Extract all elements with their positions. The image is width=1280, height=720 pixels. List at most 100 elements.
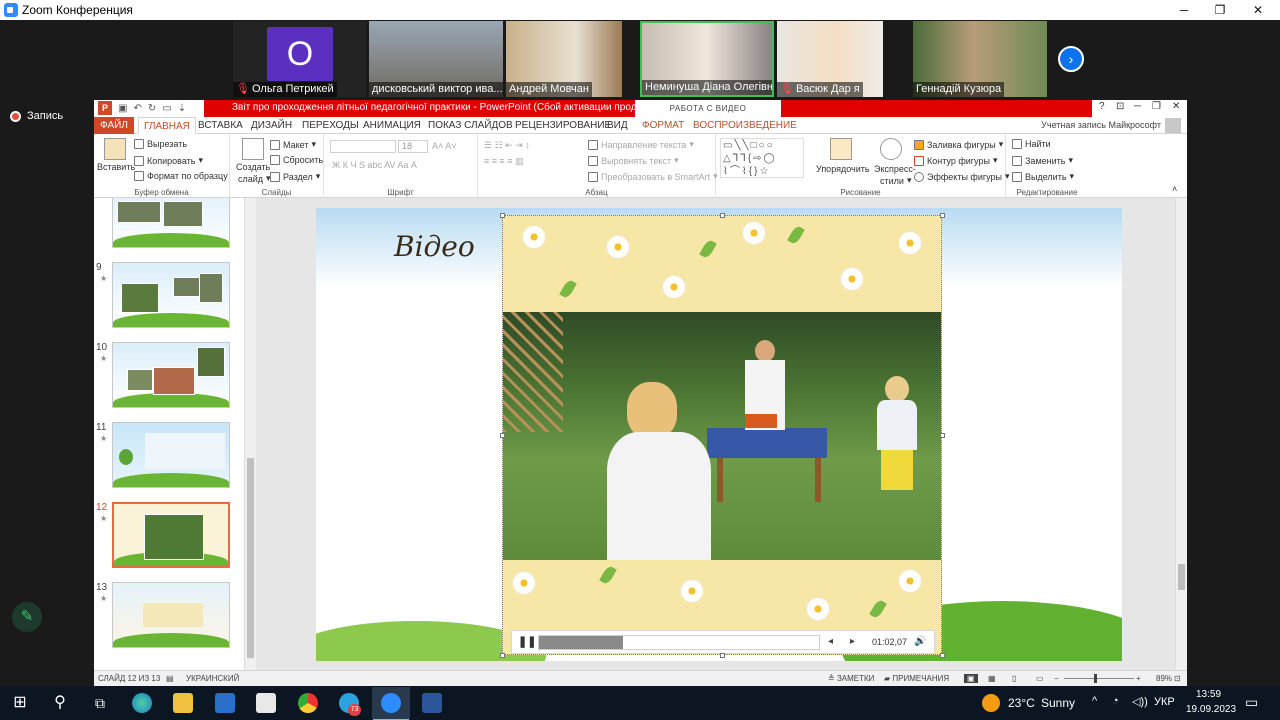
thumbnail-scrollbar[interactable] bbox=[244, 198, 256, 670]
search-icon[interactable]: ⚲ bbox=[50, 693, 70, 713]
video-progress-bar[interactable] bbox=[538, 635, 820, 650]
minimize-icon[interactable]: ─ bbox=[1166, 0, 1202, 20]
minimize-icon[interactable]: ─ bbox=[1134, 101, 1141, 112]
copy-button[interactable]: Копировать ▾ bbox=[134, 155, 203, 166]
tab-view[interactable]: ВИД bbox=[602, 117, 633, 134]
resize-handle[interactable] bbox=[720, 213, 725, 218]
collapse-ribbon-icon[interactable]: ˄ bbox=[1172, 184, 1177, 194]
weather-sun-icon[interactable] bbox=[982, 694, 1000, 712]
clock-date[interactable]: 19.09.2023 bbox=[1186, 704, 1236, 715]
resize-handle[interactable] bbox=[500, 213, 505, 218]
section-button[interactable]: Раздел ▾ bbox=[270, 171, 320, 182]
file-explorer-icon[interactable] bbox=[173, 693, 193, 713]
arrange-icon[interactable] bbox=[830, 138, 852, 160]
recording-indicator[interactable]: Запись bbox=[10, 110, 63, 122]
slide-thumbnail[interactable] bbox=[112, 262, 230, 328]
participant-tile[interactable]: Геннадій Кузюра bbox=[913, 21, 1047, 97]
quick-styles-button-line2[interactable]: стили ▾ bbox=[880, 175, 911, 186]
slide-title[interactable]: Відео bbox=[394, 230, 475, 263]
account-label[interactable]: Учетная запись Майкрософт bbox=[1041, 120, 1161, 130]
layout-button[interactable]: Макет ▾ bbox=[270, 139, 316, 150]
slide-thumbnail-selected[interactable] bbox=[112, 502, 230, 568]
help-icon[interactable]: ? bbox=[1099, 101, 1105, 112]
tab-transitions[interactable]: ПЕРЕХОДЫ bbox=[297, 117, 364, 134]
undo-icon[interactable]: ↶ bbox=[133, 103, 141, 114]
align-buttons[interactable]: ≡ ≡ ≡ ≡ ▥ bbox=[484, 156, 524, 167]
replace-button[interactable]: Заменить ▾ bbox=[1012, 155, 1073, 166]
slide-thumbnail[interactable] bbox=[112, 422, 230, 488]
word-icon[interactable] bbox=[422, 693, 442, 713]
font-format-buttons[interactable]: Ж К Ч S abc AV Aa А bbox=[332, 160, 417, 170]
new-slide-icon[interactable] bbox=[242, 138, 264, 160]
save-icon[interactable]: ▣ bbox=[118, 103, 127, 114]
keyboard-language[interactable]: УКР bbox=[1154, 696, 1175, 708]
account-avatar[interactable] bbox=[1165, 118, 1181, 133]
font-family-input[interactable] bbox=[330, 140, 396, 153]
chrome-icon[interactable] bbox=[298, 693, 318, 713]
resize-handle[interactable] bbox=[720, 653, 725, 658]
restore-icon[interactable]: ❐ bbox=[1152, 101, 1161, 112]
clock-time[interactable]: 13:59 bbox=[1196, 689, 1221, 700]
tab-review[interactable]: РЕЦЕНЗИРОВАНИЕ bbox=[510, 117, 616, 134]
font-grow-shrink-icon[interactable]: A˄ A˅ bbox=[432, 141, 457, 151]
find-button[interactable]: Найти bbox=[1012, 139, 1051, 149]
slide-thumbnail[interactable] bbox=[112, 198, 230, 248]
participant-tile[interactable]: O 🎙 Ольга Петрикей bbox=[233, 21, 366, 97]
participant-tile[interactable]: Андрей Мовчан bbox=[506, 21, 622, 97]
weather-temp[interactable]: 23°C bbox=[1008, 696, 1035, 710]
resize-handle[interactable] bbox=[940, 433, 945, 438]
next-page-button[interactable]: › bbox=[1058, 46, 1084, 72]
step-back-icon[interactable]: ◂ bbox=[828, 636, 833, 647]
show-hidden-icons[interactable]: ^ bbox=[1092, 695, 1097, 707]
zoom-in-icon[interactable]: + bbox=[1136, 674, 1141, 683]
reading-view-icon[interactable]: ▯ bbox=[1012, 674, 1016, 683]
quick-styles-icon[interactable] bbox=[880, 138, 902, 160]
notifications-icon[interactable]: ▭ bbox=[1245, 694, 1258, 711]
ribbon-display-icon[interactable]: ⊡ bbox=[1116, 101, 1124, 112]
resize-handle[interactable] bbox=[940, 653, 945, 658]
maximize-icon[interactable]: ❐ bbox=[1202, 0, 1238, 20]
close-icon[interactable]: ✕ bbox=[1172, 101, 1180, 112]
pause-icon[interactable]: ❚❚ bbox=[518, 636, 536, 648]
step-forward-icon[interactable]: ▸ bbox=[850, 636, 855, 647]
store-icon[interactable] bbox=[256, 693, 276, 713]
video-frame[interactable] bbox=[503, 312, 941, 560]
tab-insert[interactable]: ВСТАВКА bbox=[193, 117, 248, 134]
mail-icon[interactable] bbox=[215, 693, 235, 713]
slideshow-view-icon[interactable]: ▭ bbox=[1036, 674, 1044, 683]
reset-button[interactable]: Сбросить bbox=[270, 155, 323, 165]
new-slide-button[interactable]: Создать bbox=[236, 162, 270, 172]
weather-text[interactable]: Sunny bbox=[1041, 696, 1075, 710]
align-text-button[interactable]: Выровнять текст ▾ bbox=[588, 155, 679, 166]
tab-file[interactable]: ФАЙЛ bbox=[94, 117, 134, 134]
text-direction-button[interactable]: Направление текста ▾ bbox=[588, 139, 694, 150]
paste-button[interactable]: Вставить bbox=[97, 162, 135, 172]
customize-qat-icon[interactable]: ⇣ bbox=[178, 103, 186, 114]
spellcheck-icon[interactable]: ▤ bbox=[166, 674, 174, 683]
arrange-button[interactable]: Упорядочить bbox=[816, 164, 870, 174]
comments-button[interactable]: ▰ ПРИМЕЧАНИЯ bbox=[884, 674, 949, 683]
tab-design[interactable]: ДИЗАЙН bbox=[246, 117, 297, 134]
new-slide-button-line2[interactable]: слайд ▾ bbox=[238, 173, 271, 184]
zoom-slider[interactable] bbox=[1064, 678, 1134, 679]
select-button[interactable]: Выделить ▾ bbox=[1012, 171, 1074, 182]
resize-handle[interactable] bbox=[500, 653, 505, 658]
zoom-slider-knob[interactable] bbox=[1094, 674, 1097, 683]
task-view-icon[interactable]: ⧉ bbox=[90, 693, 110, 713]
shape-fill-button[interactable]: Заливка фигуры ▾ bbox=[914, 139, 1003, 150]
list-buttons[interactable]: ☰ ☷ ⇤ ⇥ ↕ bbox=[484, 140, 530, 151]
tab-animations[interactable]: АНИМАЦИЯ bbox=[358, 117, 426, 134]
wifi-icon[interactable]: ◔ bbox=[1112, 695, 1119, 707]
zoom-level[interactable]: 89% bbox=[1156, 674, 1172, 683]
video-object[interactable]: ❚❚ ◂ ▸ 01:02,07 🔊 bbox=[502, 215, 942, 655]
font-size-input[interactable]: 18 bbox=[398, 140, 428, 153]
notes-button[interactable]: ≜ ЗАМЕТКИ bbox=[828, 674, 874, 683]
tab-slideshow[interactable]: ПОКАЗ СЛАЙДОВ bbox=[423, 117, 518, 134]
quick-styles-button[interactable]: Экспресс- bbox=[874, 164, 916, 174]
tab-playback[interactable]: ВОСПРОИЗВЕДЕНИЕ bbox=[688, 117, 802, 134]
volume-icon[interactable]: ◁)) bbox=[1132, 695, 1148, 708]
shapes-gallery[interactable]: ▭╲╲□○○ △⅂⅂{⇨◯ ⌇⌒⌇{}☆ bbox=[720, 138, 804, 178]
normal-view-icon[interactable]: ▣ bbox=[964, 674, 978, 683]
tab-format[interactable]: ФОРМАТ bbox=[637, 117, 689, 134]
editor-scrollbar[interactable] bbox=[1175, 198, 1187, 670]
